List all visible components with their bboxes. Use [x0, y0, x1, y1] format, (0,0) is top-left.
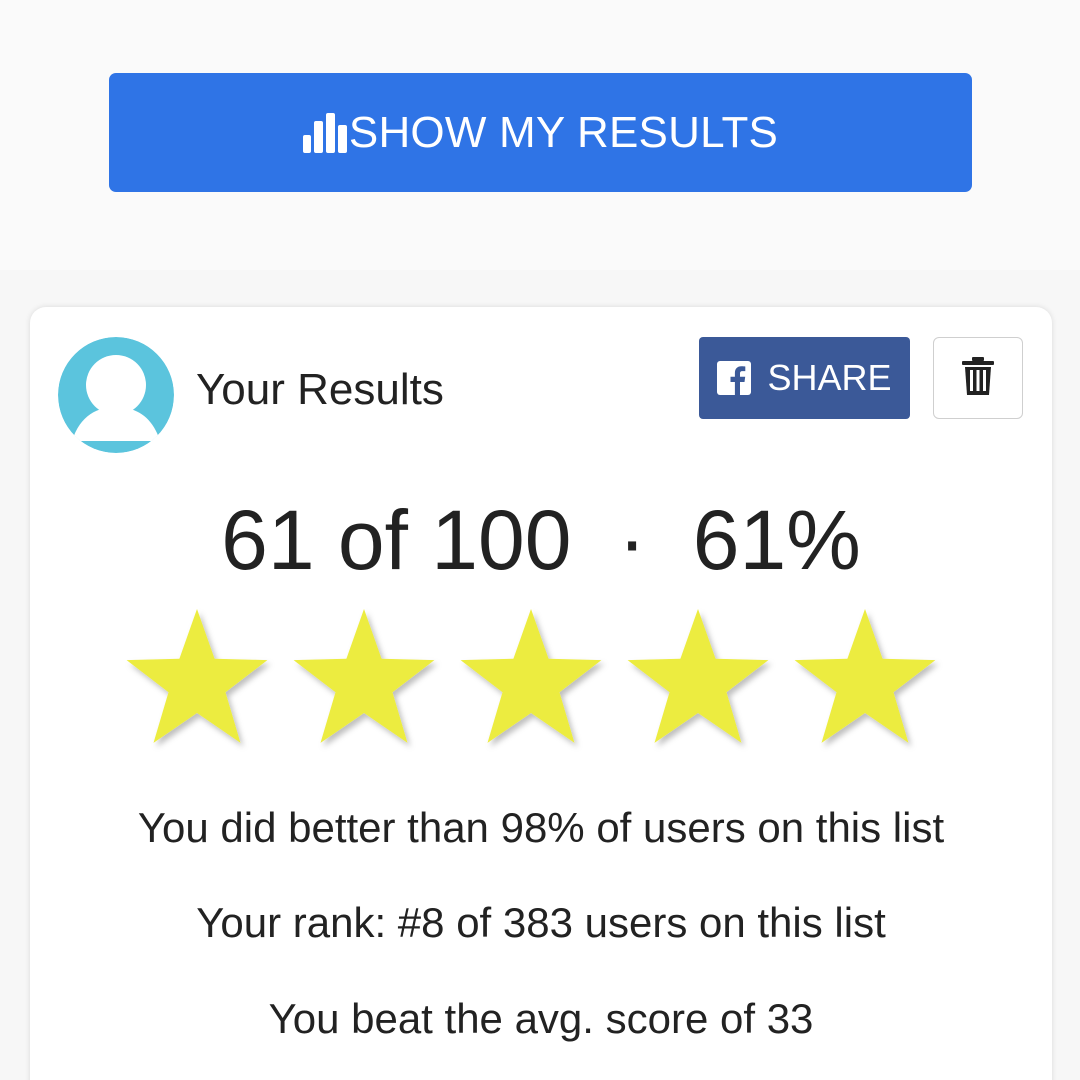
card-title: Your Results: [196, 365, 444, 414]
trash-icon: [962, 356, 994, 400]
star-icon: [460, 609, 602, 743]
star-icon: [293, 609, 435, 743]
star-rating: [125, 605, 965, 755]
user-avatar-icon: [58, 337, 174, 453]
rank-text: Your rank: #8 of 383 users on this list: [196, 899, 886, 946]
average-text: You beat the avg. score of 33: [268, 995, 814, 1042]
show-my-results-label: SHOW MY RESULTS: [348, 107, 779, 157]
star-icon: [126, 609, 268, 743]
show-my-results-button[interactable]: SHOW MY RESULTS: [109, 73, 972, 192]
results-card: Your Results SHARE 61 of 100 · 61% You d…: [30, 307, 1052, 1080]
facebook-share-button[interactable]: SHARE: [699, 337, 910, 419]
delete-results-button[interactable]: [933, 337, 1023, 419]
share-label: SHARE: [767, 357, 892, 398]
star-icon: [794, 609, 936, 743]
star-icon: [627, 609, 769, 743]
facebook-icon: [717, 361, 752, 395]
percentile-text: You did better than 98% of users on this…: [137, 804, 945, 851]
quiz-results-page: SHOW MY RESULTS Your Results SHARE 61 of…: [0, 0, 1080, 1080]
score-summary: 61 of 100 · 61%: [221, 493, 861, 587]
bar-chart-icon: [302, 112, 347, 153]
